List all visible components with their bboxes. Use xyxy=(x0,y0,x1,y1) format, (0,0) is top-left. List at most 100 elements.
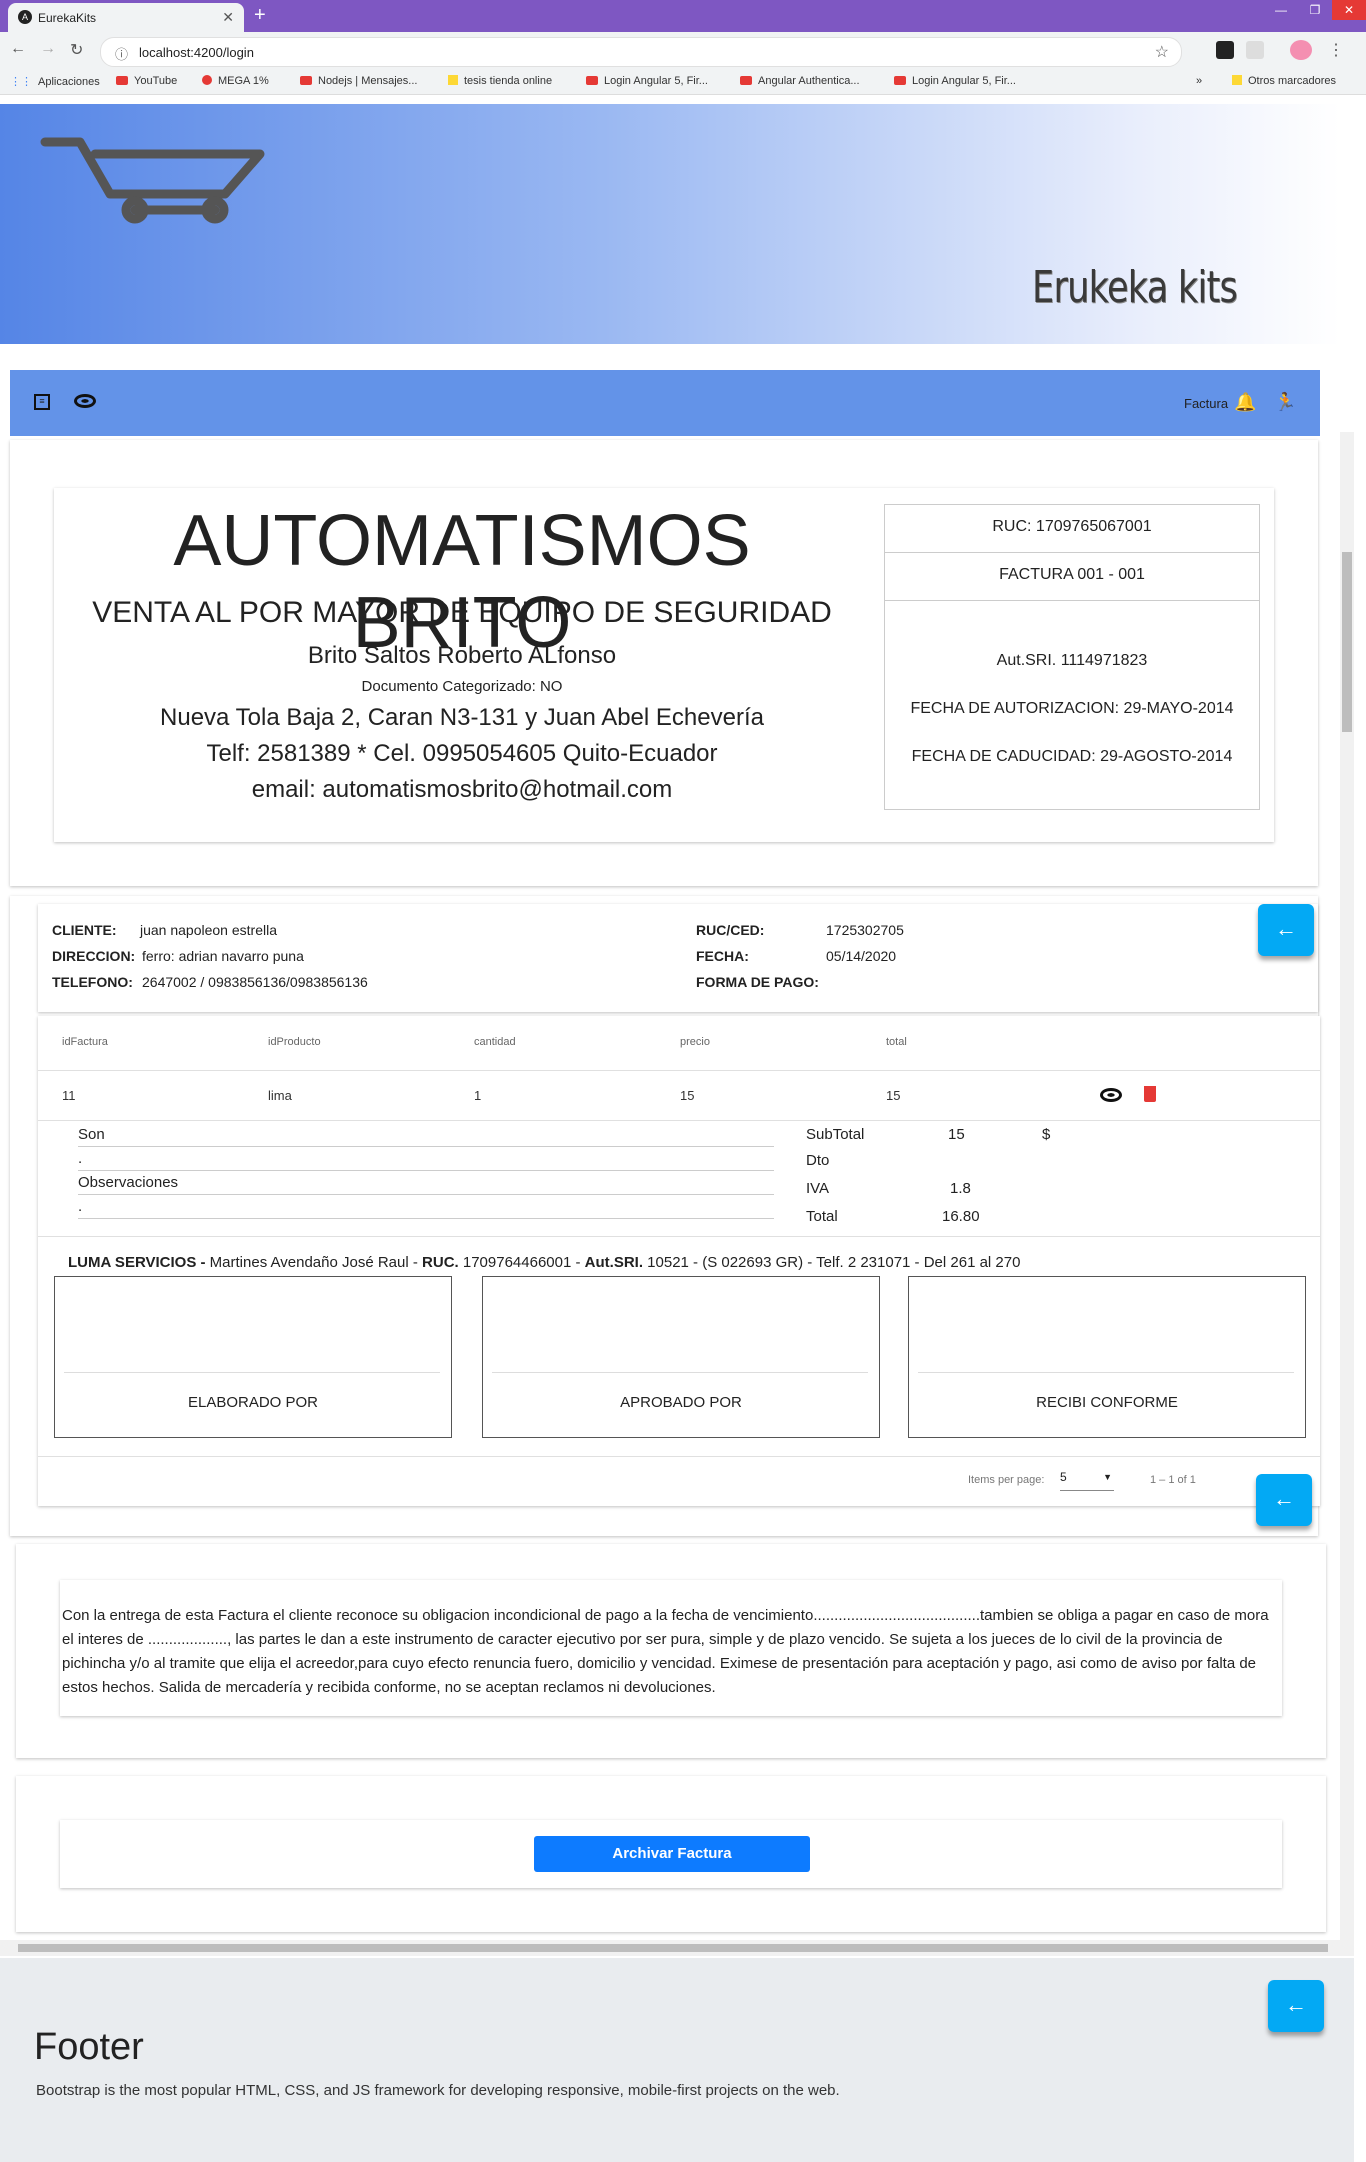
scrollbar-thumb[interactable] xyxy=(1342,552,1352,732)
discount-label: Dto xyxy=(806,1152,830,1169)
column-header-idfactura[interactable]: idFactura xyxy=(62,1036,108,1048)
cell-idproducto: lima xyxy=(268,1088,292,1103)
brand-name: Erukeka kits xyxy=(1032,262,1238,313)
tab-title: EurekaKits xyxy=(38,11,97,25)
column-header-idproducto[interactable]: idProducto xyxy=(268,1036,321,1048)
currency-symbol: $ xyxy=(1042,1126,1051,1143)
iva-value: 1.8 xyxy=(950,1180,971,1197)
divider xyxy=(884,552,1260,553)
bookmark-login-1[interactable]: Login Angular 5, Fir... xyxy=(586,75,708,87)
url-text: localhost:4200/login xyxy=(139,45,254,60)
close-tab-icon[interactable]: ✕ xyxy=(222,9,234,26)
view-row-eye-icon[interactable] xyxy=(1100,1088,1122,1102)
address-bar[interactable]: ⓘ localhost:4200/login ☆ xyxy=(100,37,1182,67)
column-header-cantidad[interactable]: cantidad xyxy=(474,1036,516,1048)
bookmark-apps[interactable]: ⋮⋮ Aplicaciones xyxy=(10,75,100,88)
back-button[interactable]: ← xyxy=(1256,1474,1312,1526)
arrow-left-icon: ← xyxy=(1273,1486,1295,1511)
company-phone: Telf: 2581389 * Cel. 0995054605 Quito-Ec… xyxy=(206,740,718,767)
client-ruc: 1725302705 xyxy=(826,922,904,938)
divider xyxy=(884,600,1260,601)
expiration-date: FECHA DE CADUCIDAD: 29-AGOSTO-2014 xyxy=(911,748,1233,765)
divider xyxy=(492,1372,868,1373)
bookmark-tesis[interactable]: tesis tienda online xyxy=(448,75,552,87)
notification-bell-icon[interactable]: 🔔 xyxy=(1234,392,1256,413)
signature-box-aprobado xyxy=(482,1276,880,1438)
observations-value: . xyxy=(78,1198,83,1215)
signature-label-aprobado: APROBADO POR xyxy=(620,1394,742,1411)
phone-label: TELEFONO: xyxy=(52,974,133,990)
chevron-down-icon: ▼ xyxy=(1103,1472,1112,1482)
divider xyxy=(38,1070,1320,1071)
restore-icon[interactable]: ❐ xyxy=(1298,0,1332,20)
eye-icon[interactable] xyxy=(74,394,96,408)
back-button[interactable]: ← xyxy=(1268,1980,1324,2032)
bookmark-angular-auth[interactable]: Angular Authentica... xyxy=(740,75,860,87)
son-label: Son xyxy=(78,1126,105,1143)
footer-title: Footer xyxy=(34,2026,144,2068)
client-phone: 2647002 / 0983856136/0983856136 xyxy=(142,974,368,990)
delete-row-trash-icon[interactable] xyxy=(1144,1086,1156,1102)
date-label: FECHA: xyxy=(696,948,749,964)
cell-precio: 15 xyxy=(680,1088,695,1103)
forward-icon[interactable]: → xyxy=(40,40,56,58)
divider xyxy=(78,1194,774,1195)
logout-runner-icon[interactable]: 🏃 xyxy=(1274,392,1296,413)
bookmark-star-icon[interactable]: ☆ xyxy=(1155,42,1169,62)
divider xyxy=(38,1236,1320,1237)
extension-s-icon[interactable] xyxy=(1246,41,1264,59)
observations-label: Observaciones xyxy=(78,1174,179,1191)
vertical-scrollbar[interactable] xyxy=(1340,432,1354,1947)
list-icon[interactable]: ≡ xyxy=(34,394,50,410)
company-owner: Brito Saltos Roberto ALfonso xyxy=(307,642,617,669)
page-range: 1 – 1 of 1 xyxy=(1150,1474,1196,1486)
client-label: CLIENTE: xyxy=(52,922,117,938)
items-per-page-label: Items per page: xyxy=(968,1474,1045,1486)
browser-tab[interactable]: A EurekaKits ✕ xyxy=(8,3,244,32)
reload-icon[interactable]: ↻ xyxy=(70,40,83,60)
divider xyxy=(38,1120,1320,1121)
scrollbar-thumb[interactable] xyxy=(18,1944,1328,1952)
client-name: juan napoleon estrella xyxy=(140,922,277,938)
column-header-precio[interactable]: precio xyxy=(680,1036,710,1048)
terms-text: Con la entrega de esta Factura el client… xyxy=(62,1607,1269,1696)
iva-label: IVA xyxy=(806,1180,830,1197)
table-row xyxy=(38,1072,1320,1118)
bookmark-youtube[interactable]: YouTube xyxy=(116,75,177,87)
horizontal-scrollbar[interactable] xyxy=(0,1940,1354,1956)
son-value: . xyxy=(78,1150,83,1167)
total-value: 16.80 xyxy=(942,1208,980,1225)
close-window-icon[interactable]: ✕ xyxy=(1332,0,1366,20)
page-size-select[interactable]: 5 ▼ xyxy=(1060,1470,1114,1491)
cell-total: 15 xyxy=(886,1088,901,1103)
divider xyxy=(78,1218,774,1219)
sri-ruc: RUC: 1709765067001 xyxy=(992,518,1152,535)
cell-idfactura: 11 xyxy=(62,1088,76,1103)
arrow-left-icon: ← xyxy=(1285,1992,1307,2017)
shopping-cart-icon xyxy=(40,137,265,224)
bookmarks-overflow[interactable]: » xyxy=(1196,75,1202,87)
factura-menu[interactable]: Factura xyxy=(1184,396,1228,411)
bookmark-others[interactable]: Otros marcadores xyxy=(1232,75,1336,87)
minimize-icon[interactable]: — xyxy=(1264,0,1298,20)
info-icon[interactable]: ⓘ xyxy=(115,44,128,63)
bookmark-nodejs[interactable]: Nodejs | Mensajes... xyxy=(300,75,417,87)
back-button[interactable]: ← xyxy=(1258,904,1314,956)
profile-avatar[interactable] xyxy=(1290,40,1312,60)
sri-authorization: Aut.SRI. 1114971823 xyxy=(996,652,1148,669)
divider xyxy=(38,1456,1320,1457)
client-address: ferro: adrian navarro puna xyxy=(142,948,304,964)
browser-menu-icon[interactable]: ⋮ xyxy=(1328,40,1344,60)
back-icon[interactable]: ← xyxy=(10,40,26,58)
footer xyxy=(0,1958,1354,2162)
address-label: DIRECCION: xyxy=(52,948,136,964)
company-name: AUTOMATISMOS BRITO xyxy=(173,501,751,663)
total-label: Total xyxy=(806,1208,838,1225)
new-tab-icon[interactable]: + xyxy=(254,4,266,27)
bookmark-login-2[interactable]: Login Angular 5, Fir... xyxy=(894,75,1016,87)
bookmark-mega[interactable]: MEGA 1% xyxy=(202,75,269,87)
extension-icon[interactable] xyxy=(1216,41,1234,59)
archive-invoice-button[interactable]: Archivar Factura xyxy=(534,1836,810,1872)
arrow-left-icon: ← xyxy=(1275,916,1297,941)
column-header-total[interactable]: total xyxy=(886,1036,907,1048)
